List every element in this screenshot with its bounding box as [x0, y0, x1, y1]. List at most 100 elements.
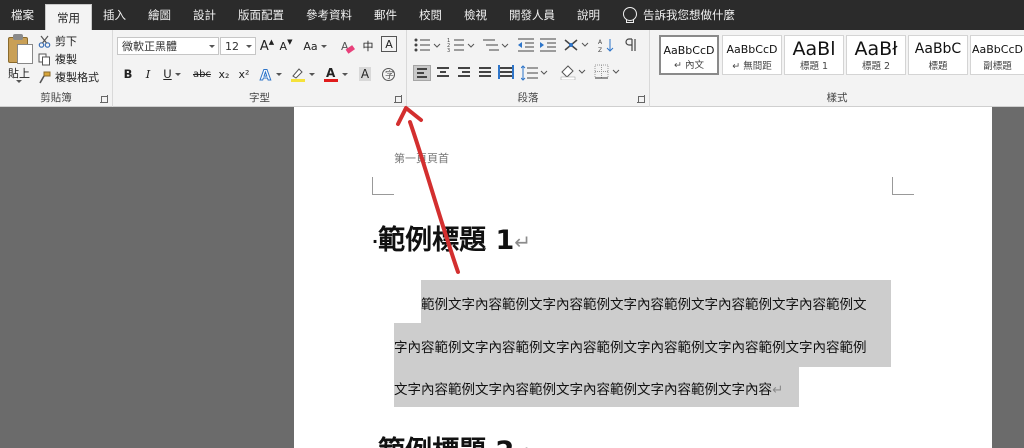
font-size-combo[interactable]: 12 [220, 37, 256, 55]
clipboard-group: 貼上 剪下 複製 複製格式 剪貼簿 [0, 30, 113, 107]
clipboard-group-label: 剪貼簿 [40, 92, 72, 104]
show-paragraph-marks-icon[interactable] [623, 37, 641, 53]
svg-text:A: A [598, 39, 603, 46]
tab-developer[interactable]: 開發人員 [498, 0, 566, 30]
superscript-button[interactable]: x² [236, 64, 252, 84]
increase-indent-icon[interactable] [539, 38, 557, 52]
svg-text:3: 3 [447, 48, 450, 52]
cut-button[interactable]: 剪下 [38, 33, 77, 49]
font-group-label: 字型 [249, 92, 270, 104]
styles-group-label: 樣式 [826, 92, 848, 104]
style-heading-2[interactable]: AaBł 標題 2 [846, 35, 906, 75]
line-spacing-icon[interactable] [521, 65, 549, 81]
style-heading-1[interactable]: AaBl 標題 1 [784, 35, 844, 75]
clear-formatting-icon: A [341, 40, 355, 54]
document-page[interactable]: 第一頁頁首 ·範例標題 1↵ 範例文字內容範例文字內容範例文字內容範例文字內容範… [294, 107, 992, 448]
clipboard-launcher-icon[interactable] [100, 95, 108, 103]
crop-mark-right [892, 177, 893, 194]
align-left-button[interactable] [413, 65, 431, 81]
align-center-button[interactable] [434, 65, 452, 81]
justify-button[interactable] [476, 65, 494, 81]
tab-design[interactable]: 設計 [182, 0, 227, 30]
tab-references[interactable]: 參考資料 [295, 0, 363, 30]
decrease-indent-icon[interactable] [517, 38, 535, 52]
font-name-combo[interactable]: 微軟正黑體 [117, 37, 219, 55]
enclose-char-button[interactable]: 字 [379, 64, 397, 84]
crop-mark-left [372, 177, 373, 194]
italic-button[interactable]: I [141, 64, 155, 84]
bullets-icon[interactable] [413, 38, 441, 52]
tell-me-text: 告訴我您想做什麼 [643, 8, 735, 22]
tab-file[interactable]: 檔案 [0, 0, 45, 30]
tab-layout[interactable]: 版面配置 [227, 0, 295, 30]
tab-insert[interactable]: 插入 [92, 0, 137, 30]
shading-icon[interactable] [559, 64, 587, 80]
svg-text:A: A [326, 66, 336, 80]
tab-view[interactable]: 檢視 [453, 0, 498, 30]
numbering-icon[interactable]: 123 [447, 38, 475, 52]
format-painter-icon [39, 71, 51, 83]
body-text-line[interactable]: 字內容範例文字內容範例文字內容範例文字內容範例文字內容範例文字內容範例 [394, 336, 867, 356]
menu-bar: 檔案 常用 插入 繪圖 設計 版面配置 參考資料 郵件 校閱 檢視 開發人員 說… [0, 0, 1024, 30]
font-color-icon: A [323, 66, 338, 82]
align-right-button[interactable] [455, 65, 473, 81]
paragraph-group-label: 段落 [517, 92, 539, 104]
svg-text:Z: Z [598, 47, 602, 53]
shrink-font-button[interactable]: A ▼ [278, 36, 294, 56]
crop-mark-left-h [372, 194, 394, 195]
body-text-line[interactable]: 文字內容範例文字內容範例文字內容範例文字內容範例文字內容↵ [394, 378, 783, 398]
lightbulb-icon [623, 7, 637, 23]
body-text-line[interactable]: 範例文字內容範例文字內容範例文字內容範例文字內容範例文字內容範例文 [421, 293, 867, 313]
strikethrough-button[interactable]: abc [191, 64, 213, 84]
clear-formatting-button[interactable]: A [339, 36, 355, 56]
text-effects-icon: A [259, 67, 271, 82]
paste-button[interactable]: 貼上 [8, 65, 30, 81]
tab-home[interactable]: 常用 [45, 4, 92, 30]
tab-mailings[interactable]: 郵件 [363, 0, 408, 30]
heading-1[interactable]: ·範例標題 1↵ [372, 218, 531, 257]
style-subtitle[interactable]: AaBbCcD 副標題 [970, 35, 1024, 75]
tab-review[interactable]: 校閱 [408, 0, 453, 30]
highlight-color-button[interactable] [288, 64, 316, 84]
borders-icon[interactable] [593, 64, 621, 80]
font-group: 微軟正黑體 12 A ▲ A ▼ Aa A 中 A B I U abc x₂ x² … [113, 30, 407, 107]
bold-button[interactable]: B [121, 64, 135, 84]
tab-help[interactable]: 說明 [566, 0, 611, 30]
grow-font-button[interactable]: A ▲ [259, 36, 275, 56]
scissors-icon [38, 35, 51, 48]
copy-icon [38, 53, 50, 65]
font-color-button[interactable]: A [321, 64, 349, 84]
multilevel-list-icon[interactable] [481, 38, 509, 52]
paragraph-launcher-icon[interactable] [637, 95, 645, 103]
change-case-button[interactable]: Aa [301, 36, 329, 56]
tab-draw[interactable]: 繪圖 [137, 0, 182, 30]
styles-group: AaBbCcD ↵ 內文 AaBbCcD ↵ 無間距 AaBl 標題 1 AaB… [650, 30, 1024, 107]
copy-button[interactable]: 複製 [38, 51, 77, 67]
phonetic-guide-button[interactable]: 中 [359, 36, 377, 56]
char-shading-button[interactable]: A [357, 64, 373, 84]
paste-dropdown-icon[interactable] [16, 80, 22, 83]
highlighter-icon [290, 68, 305, 82]
text-effects-button[interactable]: A [258, 64, 282, 84]
style-no-spacing[interactable]: AaBbCcD ↵ 無間距 [722, 35, 782, 75]
svg-text:A: A [260, 68, 271, 82]
chinese-layout-icon[interactable] [563, 37, 591, 53]
distributed-button[interactable] [497, 65, 515, 81]
crop-mark-right-h [892, 194, 914, 195]
style-title[interactable]: AaBbC 標題 [908, 35, 968, 75]
heading-2[interactable]: ·範例標題 2↵ [372, 429, 531, 448]
font-dialog-launcher-icon[interactable] [394, 95, 402, 103]
style-normal[interactable]: AaBbCcD ↵ 內文 [659, 35, 719, 75]
tell-me-box[interactable]: 告訴我您想做什麼 [623, 7, 735, 23]
ribbon: 貼上 剪下 複製 複製格式 剪貼簿 微軟正黑體 12 A ▲ A ▼ Aa A 中 [0, 30, 1024, 107]
underline-button[interactable]: U [161, 64, 183, 84]
paragraph-group: 123 AZ 段落 [407, 30, 650, 107]
enclosed-char-icon: 字 [381, 67, 395, 81]
svg-text:字: 字 [385, 69, 394, 81]
paste-icon[interactable] [8, 34, 34, 64]
char-border-button[interactable]: A [381, 36, 397, 52]
subscript-button[interactable]: x₂ [216, 64, 232, 84]
sort-icon[interactable]: AZ [597, 37, 615, 53]
page-header[interactable]: 第一頁頁首 [394, 150, 449, 166]
format-painter-button[interactable]: 複製格式 [38, 69, 99, 85]
